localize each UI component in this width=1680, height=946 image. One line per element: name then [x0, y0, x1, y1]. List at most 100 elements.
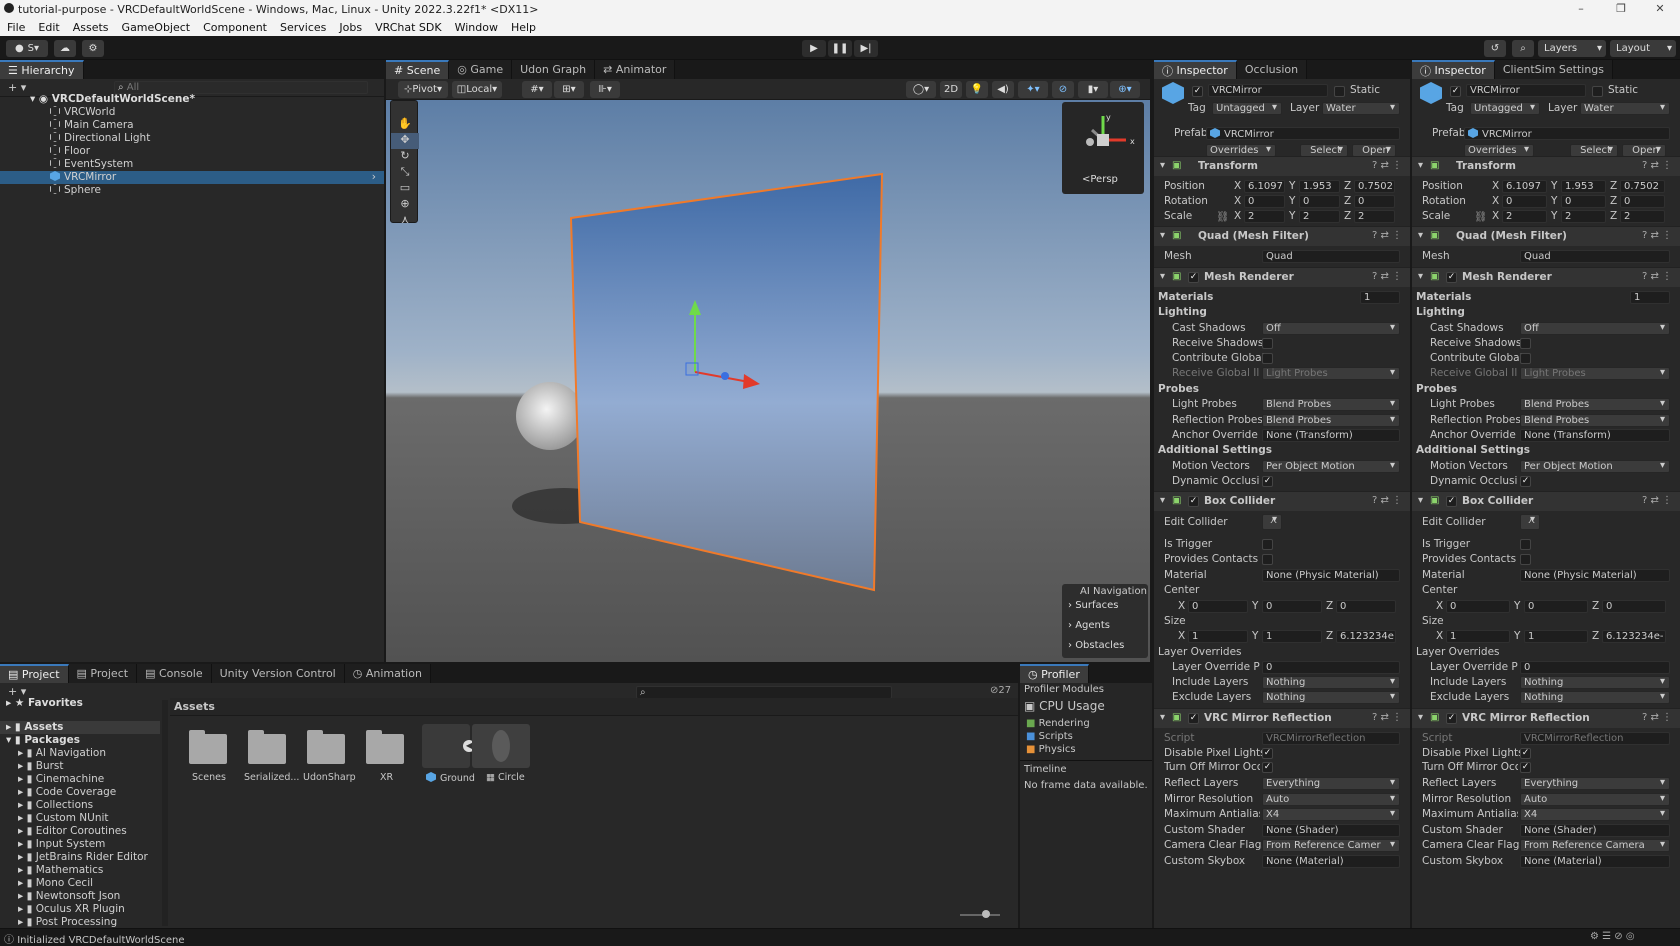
mesh-filter-header[interactable]: ▾ ▣ Quad (Mesh Filter)? ⇄ ⋮ [1154, 226, 1410, 246]
static-checkbox[interactable] [1334, 86, 1345, 97]
layer-override-priority-field[interactable]: 0 [1520, 661, 1670, 674]
anchor-override-field[interactable]: None (Transform) [1520, 429, 1670, 442]
package-item[interactable]: ▸ ▮ Mathematics [0, 864, 103, 877]
is-trigger-checkbox[interactable] [1520, 539, 1531, 550]
rotation-z[interactable]: 0 [1354, 195, 1395, 208]
edit-collider-button[interactable]: ⋏ [1262, 514, 1282, 530]
rect-tool-icon[interactable]: ▭ [391, 181, 419, 197]
component-enabled-checkbox[interactable]: ✓ [1446, 272, 1457, 283]
hierarchy-item-floor[interactable]: Floor [0, 145, 384, 158]
custom-shader-field[interactable]: None (Shader) [1520, 824, 1670, 837]
package-item[interactable]: ▸ ▮ Burst [0, 760, 64, 773]
cpu-usage-label[interactable]: ▣ CPU Usage [1024, 699, 1105, 713]
layer-dropdown[interactable]: Water [1322, 102, 1400, 115]
position-y[interactable]: 1.953 [1561, 180, 1606, 193]
turn-off-mirror-checkbox[interactable]: ✓ [1262, 762, 1273, 773]
position-x[interactable]: 6.1097 [1502, 180, 1547, 193]
component-menu-icon[interactable]: ? ⇄ ⋮ [1372, 160, 1402, 171]
tab-inspector[interactable]: ⓘ Inspector [1154, 60, 1237, 79]
step-button[interactable]: ▶| [854, 40, 878, 57]
size-y[interactable]: 1 [1524, 630, 1588, 643]
transform-header[interactable]: ▾ ▣ Transform? ⇄ ⋮ [1154, 156, 1410, 176]
timeline-label[interactable]: Timeline [1024, 764, 1067, 775]
tag-dropdown[interactable]: Untagged [1212, 102, 1282, 115]
materials-count[interactable]: 1 [1360, 291, 1400, 304]
custom-shader-field[interactable]: None (Shader) [1262, 824, 1400, 837]
menu-window[interactable]: Window [455, 21, 498, 34]
pause-button[interactable]: ❚❚ [828, 40, 852, 57]
hierarchy-item-directional-light[interactable]: Directional Light [0, 132, 384, 145]
menu-assets[interactable]: Assets [73, 21, 109, 34]
disable-pixel-lights-checkbox[interactable]: ✓ [1262, 748, 1273, 759]
folder-icon[interactable] [189, 730, 227, 764]
component-enabled-checkbox[interactable]: ✓ [1188, 272, 1199, 283]
profiler-item-physics[interactable]: ■ Physics [1026, 744, 1076, 755]
package-item[interactable]: ▸ ▮ Input System [0, 838, 105, 851]
grid-icon[interactable]: ⊞▾ [554, 81, 584, 98]
circle-thumbnail[interactable] [472, 724, 530, 768]
asset-scenes[interactable]: Scenes [192, 772, 226, 783]
account-button[interactable]: ● S ▾ [6, 40, 48, 57]
cast-shadows-dropdown[interactable]: Off [1262, 322, 1400, 335]
component-enabled-checkbox[interactable]: ✓ [1446, 496, 1457, 507]
tab-udon-graph[interactable]: Udon Graph [512, 60, 596, 79]
toggle-2d-button[interactable]: 2D [940, 81, 962, 98]
rotation-x[interactable]: 0 [1502, 195, 1547, 208]
position-z[interactable]: 0.7502 [1620, 180, 1665, 193]
exclude-layers-dropdown[interactable]: Nothing [1262, 691, 1400, 704]
constrain-scale-icon[interactable]: ⛓ [1474, 210, 1487, 223]
gizmos-icon[interactable]: ⊕▾ [1110, 81, 1140, 98]
mesh-renderer-header[interactable]: ▾ ✓ ▣ Mesh Renderer? ⇄ ⋮ [1412, 267, 1680, 287]
tree-scrollbar[interactable] [162, 700, 168, 926]
assets-breadcrumb[interactable]: Assets [174, 700, 215, 713]
menu-help[interactable]: Help [511, 21, 536, 34]
size-y[interactable]: 1 [1262, 630, 1322, 643]
reflect-layers-dropdown[interactable]: Everything [1520, 777, 1670, 790]
assets-folder[interactable]: ▸ ▮ Assets [0, 721, 160, 734]
scale-z[interactable]: 2 [1620, 210, 1665, 223]
include-layers-dropdown[interactable]: Nothing [1262, 676, 1400, 689]
hierarchy-item-vrcworld[interactable]: VRCWorld [0, 106, 384, 119]
size-x[interactable]: 1 [1446, 630, 1510, 643]
prefab-field[interactable]: VRCMirror [1464, 127, 1670, 140]
component-menu-icon[interactable]: ? ⇄ ⋮ [1642, 230, 1672, 241]
hierarchy-item-eventsystem[interactable]: EventSystem [0, 158, 384, 171]
favorites-folder[interactable]: ▸ ★ Favorites [0, 697, 160, 710]
tab-secondary[interactable]: ClientSim Settings [1494, 60, 1614, 79]
cloud-icon[interactable]: ☁ [54, 40, 76, 57]
rotation-y[interactable]: 0 [1561, 195, 1606, 208]
exclude-layers-dropdown[interactable]: Nothing [1520, 691, 1670, 704]
zoom-slider[interactable] [960, 910, 1000, 918]
edit-collider-button[interactable]: ⋏ [1520, 514, 1540, 530]
anchor-override-field[interactable]: None (Transform) [1262, 429, 1400, 442]
rotate-tool-icon[interactable]: ↻ [391, 149, 419, 165]
max-antialiasing-dropdown[interactable]: X4 [1520, 808, 1670, 821]
cast-shadows-dropdown[interactable]: Off [1520, 322, 1670, 335]
scale-tool-icon[interactable]: ⤡ [391, 165, 419, 181]
mirror-resolution-dropdown[interactable]: Auto [1262, 793, 1400, 806]
contribute-global-checkbox[interactable] [1520, 353, 1531, 364]
hidden-objects-icon[interactable]: ⊘ [1052, 81, 1074, 98]
package-item[interactable]: ▸ ▮ AI Navigation [0, 747, 106, 760]
rotation-z[interactable]: 0 [1620, 195, 1665, 208]
custom-skybox-field[interactable]: None (Material) [1262, 855, 1400, 868]
reflection-probes-dropdown[interactable]: Blend Probes [1520, 414, 1670, 427]
package-item[interactable]: ▸ ▮ Editor Coroutines [0, 825, 127, 838]
static-checkbox[interactable] [1592, 86, 1603, 97]
menu-edit[interactable]: Edit [38, 21, 59, 34]
menu-jobs[interactable]: Jobs [339, 21, 362, 34]
component-menu-icon[interactable]: ? ⇄ ⋮ [1372, 230, 1402, 241]
collider-material-field[interactable]: None (Physic Material) [1520, 569, 1670, 582]
tab-profiler[interactable]: ◷ Profiler [1020, 664, 1089, 683]
package-item[interactable]: ▸ ▮ Oculus XR Plugin [0, 903, 125, 916]
tab-project-2[interactable]: ▤ Project [68, 664, 138, 683]
transform-tool-icon[interactable]: ⊕ [391, 197, 419, 213]
layer-dropdown[interactable]: Water [1580, 102, 1670, 115]
history-icon[interactable]: ↺ [1484, 40, 1506, 57]
package-item[interactable]: ▸ ▮ Code Coverage [0, 786, 116, 799]
hierarchy-item-sphere[interactable]: Sphere [0, 184, 384, 197]
turn-off-mirror-checkbox[interactable]: ✓ [1520, 762, 1531, 773]
component-menu-icon[interactable]: ? ⇄ ⋮ [1372, 712, 1402, 723]
disable-pixel-lights-checkbox[interactable]: ✓ [1520, 748, 1531, 759]
increment-snap-icon[interactable]: ⊪▾ [590, 81, 620, 98]
